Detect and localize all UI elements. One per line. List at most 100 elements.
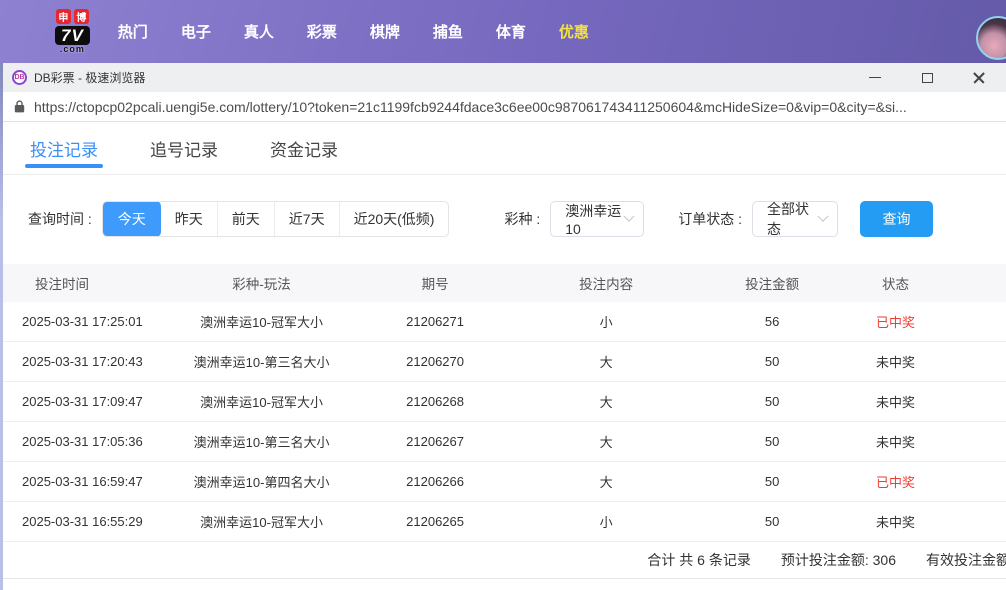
- cell-time: 2025-03-31 16:55:29: [22, 514, 143, 529]
- close-icon: [973, 72, 985, 84]
- cell-issue: 21206266: [406, 474, 464, 489]
- lottery-select-value: 澳洲幸运10: [565, 203, 622, 237]
- cell-content: 大: [599, 355, 613, 370]
- cell-amount: 56: [764, 314, 780, 329]
- nav-item-5[interactable]: 捕鱼: [433, 21, 463, 42]
- nav-item-1[interactable]: 电子: [181, 21, 211, 42]
- window-edge: [0, 63, 3, 590]
- nav-item-4[interactable]: 棋牌: [370, 21, 400, 42]
- url-text: https://ctopcp02pcali.uengi5e.com/lotter…: [34, 98, 907, 115]
- close-button[interactable]: [966, 65, 992, 91]
- site-header: 申 博 7V .com 热门 电子 真人 彩票 棋牌 捕鱼 体育 优惠: [0, 0, 1006, 63]
- window-controls: [862, 63, 998, 92]
- table-row[interactable]: 2025-03-31 17:25:01 澳洲幸运10-冠军大小 21206271 小 5…: [0, 302, 1006, 342]
- time-option-2[interactable]: 前天: [216, 202, 274, 236]
- url-bar[interactable]: https://ctopcp02pcali.uengi5e.com/lotter…: [0, 92, 1006, 122]
- cell-amount: 50: [764, 354, 780, 369]
- cell-time: 2025-03-31 17:20:43: [22, 354, 143, 369]
- user-avatar[interactable]: [976, 16, 1006, 60]
- cell-content: 小: [599, 515, 613, 530]
- summary-row: 合计 共 6 条记录 预计投注金额: 306 有效投注金额: [0, 542, 1006, 579]
- column-header-0: 投注时间: [35, 277, 89, 292]
- tab-1[interactable]: 追号记录: [150, 122, 218, 174]
- nav-item-2[interactable]: 真人: [244, 21, 274, 42]
- lottery-select[interactable]: 澳洲幸运10: [550, 201, 645, 237]
- cell-content: 大: [599, 435, 613, 450]
- main-nav: 热门 电子 真人 彩票 棋牌 捕鱼 体育 优惠: [118, 21, 589, 42]
- cell-status: 未中奖: [876, 515, 916, 530]
- cell-content: 大: [599, 475, 613, 490]
- time-filter-group: 今天 昨天 前天 近7天 近20天(低频): [101, 201, 450, 237]
- table-body: 2025-03-31 17:25:01 澳洲幸运10-冠军大小 21206271 小 5…: [0, 302, 1006, 542]
- cell-amount: 50: [764, 394, 780, 409]
- table-row[interactable]: 2025-03-31 16:55:29 澳洲幸运10-冠军大小 21206265 小 5…: [0, 502, 1006, 542]
- table-row[interactable]: 2025-03-31 17:05:36 澳洲幸运10-第三名大小 21206267 大…: [0, 422, 1006, 462]
- nav-item-3[interactable]: 彩票: [307, 21, 337, 42]
- tab-2[interactable]: 资金记录: [270, 122, 338, 174]
- cell-issue: 21206271: [406, 314, 464, 329]
- cell-status: 未中奖: [876, 355, 916, 370]
- cell-time: 2025-03-31 17:05:36: [22, 434, 143, 449]
- time-option-4[interactable]: 近20天(低频): [338, 202, 449, 236]
- cell-time: 2025-03-31 16:59:47: [22, 474, 143, 489]
- table-row[interactable]: 2025-03-31 17:20:43 澳洲幸运10-第三名大小 21206270 大…: [0, 342, 1006, 382]
- cell-status: 未中奖: [876, 435, 916, 450]
- table-row[interactable]: 2025-03-31 17:09:47 澳洲幸运10-冠军大小 21206268 大 5…: [0, 382, 1006, 422]
- column-header-2: 期号: [421, 277, 449, 292]
- time-filter-label: 查询时间 :: [28, 211, 92, 227]
- tab-0[interactable]: 投注记录: [25, 122, 103, 174]
- site-logo[interactable]: 申 博 7V .com: [55, 9, 90, 54]
- order-status-label: 订单状态 :: [678, 211, 743, 227]
- maximize-icon: [921, 72, 933, 83]
- table-header-row: 投注时间 彩种-玩法 期号 投注内容 投注金额 状态: [0, 264, 1006, 302]
- cell-game: 澳洲幸运10-冠军大小: [200, 395, 323, 410]
- time-option-0[interactable]: 今天: [102, 202, 161, 236]
- table-row[interactable]: 2025-03-31 16:59:47 澳洲幸运10-第四名大小 21206266 大…: [0, 462, 1006, 502]
- cell-amount: 50: [764, 514, 780, 529]
- time-option-1[interactable]: 昨天: [161, 202, 217, 236]
- column-header-4: 投注金额: [745, 277, 800, 292]
- lottery-filter-label: 彩种 :: [504, 211, 541, 227]
- cell-amount: 50: [764, 434, 780, 449]
- bet-records-table: 投注时间 彩种-玩法 期号 投注内容 投注金额 状态 2025-03-31 17:25:0…: [0, 264, 1006, 542]
- cell-issue: 21206265: [406, 514, 464, 529]
- column-header-1: 彩种-玩法: [232, 277, 291, 292]
- search-button[interactable]: 查询: [860, 201, 934, 237]
- nav-item-6[interactable]: 体育: [496, 21, 526, 42]
- summary-valid-amount: 有效投注金额: [926, 552, 1006, 568]
- cell-issue: 21206267: [406, 434, 464, 449]
- nav-item-0[interactable]: 热门: [118, 21, 148, 42]
- logo-badge-shen: 申: [55, 9, 71, 24]
- summary-total: 合计 共 6 条记录: [647, 552, 751, 568]
- cell-game: 澳洲幸运10-第三名大小: [193, 355, 330, 370]
- summary-expected-amount: 预计投注金额: 306: [780, 552, 896, 568]
- window-title: DB彩票 - 极速浏览器: [34, 71, 146, 85]
- page-content: 投注记录 追号记录 资金记录 查询时间 : 今天 昨天 前天 近7天 近20天(低频) 彩种…: [0, 122, 1006, 590]
- cell-game: 澳洲幸运10-冠军大小: [200, 315, 323, 330]
- time-option-3[interactable]: 近7天: [273, 202, 339, 236]
- order-status-select[interactable]: 全部状态: [752, 201, 839, 237]
- cell-time: 2025-03-31 17:09:47: [22, 394, 143, 409]
- browser-favicon-icon: DB: [12, 70, 27, 85]
- cell-amount: 50: [764, 474, 780, 489]
- filter-row: 查询时间 : 今天 昨天 前天 近7天 近20天(低频) 彩种 : 澳洲幸运10 订单状…: [0, 201, 1006, 237]
- minimize-icon: [869, 77, 881, 78]
- nav-item-7[interactable]: 优惠: [559, 21, 589, 42]
- minimize-button[interactable]: [862, 65, 888, 91]
- cell-game: 澳洲幸运10-第三名大小: [193, 435, 330, 450]
- cell-issue: 21206270: [406, 354, 464, 369]
- chevron-down-icon: [623, 210, 635, 222]
- maximize-button[interactable]: [914, 65, 940, 91]
- chevron-down-icon: [817, 210, 829, 222]
- cell-status: 已中奖: [876, 315, 916, 330]
- column-header-5: 状态: [882, 277, 909, 292]
- cell-content: 小: [599, 315, 613, 330]
- logo-badges: 申 博: [55, 9, 89, 24]
- cell-game: 澳洲幸运10-第四名大小: [193, 475, 330, 490]
- logo-badge-bo: 博: [73, 9, 89, 24]
- lock-icon: [14, 100, 25, 113]
- logo-main-text: 7V: [55, 26, 90, 45]
- logo-sub-text: .com: [59, 44, 85, 54]
- tabs-row: 投注记录 追号记录 资金记录: [0, 122, 1006, 175]
- order-status-value: 全部状态: [767, 201, 810, 237]
